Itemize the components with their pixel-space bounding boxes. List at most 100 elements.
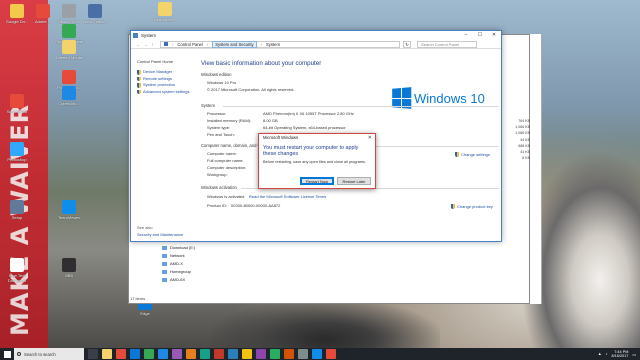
taskbar-app-icon[interactable]: [326, 349, 336, 359]
breadcrumb-system-security[interactable]: System and Security: [212, 40, 257, 48]
nav-item-amd-x[interactable]: AMD-X: [160, 260, 208, 268]
desktop-icon[interactable]: TeamViewer: [54, 200, 84, 225]
edition-value: Windows 10 Pro: [207, 80, 237, 85]
nav-item-amd-6x[interactable]: AMD-6X: [160, 276, 208, 284]
maximize-button[interactable]: ☐: [473, 31, 487, 40]
taskbar-app-icon[interactable]: [186, 349, 196, 359]
desktop-icon-label: OBS: [64, 273, 74, 278]
sidebar-item-advanced-settings[interactable]: Advanced system settings: [137, 89, 197, 96]
breadcrumb-control-panel[interactable]: Control Panel: [177, 42, 202, 47]
taskbar-app-icon[interactable]: [102, 349, 112, 359]
clock[interactable]: 7:44 PM 8/16/2017: [612, 350, 629, 359]
nav-item-drive-e[interactable]: Download (E:): [160, 244, 208, 252]
refresh-icon[interactable]: ↻: [403, 40, 411, 48]
desktop-icon[interactable]: CyberLink...: [54, 86, 84, 111]
desktop-icon-label: Screenshot: [6, 109, 28, 114]
dialog-title-bar[interactable]: Microsoft Windows ✕: [259, 134, 375, 142]
nav-item-homegroup[interactable]: Homegroup: [160, 268, 208, 276]
taskbar-app-icon[interactable]: [284, 349, 294, 359]
desktop-icon[interactable]: Nero Video...: [80, 4, 110, 29]
change-product-key-link[interactable]: Change product key: [451, 204, 493, 209]
desktop-icon[interactable]: Setup: [2, 200, 32, 225]
taskbar-app-icon[interactable]: [228, 349, 238, 359]
row-key: Workgroup:: [207, 172, 228, 177]
network-icon[interactable]: ▲: [598, 352, 602, 356]
product-id: 00330-80000-00000-AA872: [231, 203, 281, 208]
back-arrow-icon[interactable]: ←: [135, 42, 142, 47]
shield-icon: [451, 204, 455, 209]
start-button[interactable]: [0, 348, 14, 360]
title-bar[interactable]: System – ☐ ✕: [131, 31, 501, 40]
taskbar-app-icon[interactable]: [172, 349, 182, 359]
breadcrumb-system[interactable]: System: [266, 42, 280, 47]
shield-icon: [137, 83, 141, 88]
search-input[interactable]: Search Control Panel: [417, 40, 477, 48]
taskbar-app-icon[interactable]: [200, 349, 210, 359]
taskbar-app-icon[interactable]: [298, 349, 308, 359]
desktop-icon-label: Setup: [11, 215, 23, 220]
shield-icon: [137, 70, 141, 75]
explorer-scroll-area: [530, 34, 542, 304]
volume-icon[interactable]: ♪: [606, 352, 608, 356]
desktop-icon-label: New folder...: [153, 17, 177, 22]
clock-date: 8/16/2017: [611, 354, 629, 358]
sidebar-home-link[interactable]: Control Panel Home: [137, 59, 197, 64]
see-also-label: See also: [137, 225, 153, 230]
nav-item-network[interactable]: Network: [160, 252, 208, 260]
sidebar-item-label: Advanced system settings: [143, 88, 190, 94]
desktop-icon[interactable]: Screenshot: [2, 94, 32, 119]
address-bar[interactable]: › Control Panel › System and Security › …: [160, 40, 400, 48]
minimize-button[interactable]: –: [459, 31, 473, 40]
restart-later-button[interactable]: Restart Later: [337, 177, 371, 185]
activation-title: Windows activation: [201, 185, 237, 190]
shield-icon: [137, 89, 141, 94]
desktop-icon[interactable]: Photoshop: [2, 142, 32, 167]
windows-edition-title: Windows edition: [201, 72, 232, 77]
taskbar-apps: [84, 349, 336, 359]
taskbar-app-icon[interactable]: [158, 349, 168, 359]
page-title: View basic information about your comput…: [201, 60, 322, 67]
app-icon: [62, 86, 76, 100]
change-settings-link[interactable]: Change settings: [455, 152, 490, 157]
left-banner: MAKE A WAIVER: [0, 0, 48, 348]
taskbar-app-icon[interactable]: [242, 349, 252, 359]
restart-dialog: Microsoft Windows ✕ You must restart you…: [258, 133, 376, 189]
dialog-message: You must restart your computer to apply …: [263, 145, 359, 158]
dialog-subtext: Before restarting, save any open files a…: [263, 160, 366, 165]
windows-logo: Windows 10: [391, 87, 485, 109]
app-icon: [10, 94, 24, 108]
taskbar-app-icon[interactable]: [144, 349, 154, 359]
desktop-icon-label: CyberLink...: [58, 101, 80, 106]
taskbar-app-icon[interactable]: [116, 349, 126, 359]
copyright-text: © 2017 Microsoft Corporation. All rights…: [207, 87, 295, 92]
taskbar-app-icon[interactable]: [88, 349, 98, 359]
chevron-right-icon: ›: [260, 41, 262, 47]
desktop-icon[interactable]: New folder...: [150, 2, 180, 27]
taskbar-search[interactable]: Search to search: [14, 348, 84, 360]
taskbar-app-icon[interactable]: [130, 349, 140, 359]
search-icon: [17, 352, 21, 356]
close-button[interactable]: ✕: [487, 31, 501, 40]
taskbar-app-icon[interactable]: [214, 349, 224, 359]
desktop-icon[interactable]: OBS: [54, 258, 84, 283]
notifications-icon[interactable]: ▭: [632, 352, 636, 357]
taskbar-app-icon[interactable]: [312, 349, 322, 359]
app-icon: [10, 258, 24, 272]
desktop-icon[interactable]: Deleted Media: [54, 40, 84, 65]
app-icon: [10, 142, 24, 156]
taskbar-app-icon[interactable]: [270, 349, 280, 359]
close-icon[interactable]: ✕: [368, 134, 372, 142]
license-terms-link[interactable]: Read the Microsoft Software License Term…: [249, 194, 326, 199]
security-maintenance-link[interactable]: Security and Maintenance: [137, 232, 183, 237]
taskbar-app-icon[interactable]: [256, 349, 266, 359]
taskbar-search-text: Search to search: [24, 351, 56, 357]
desktop-icon-label: TeamViewer: [58, 215, 80, 220]
app-icon: [10, 200, 24, 214]
desktop-icon[interactable]: New Text Document: [2, 258, 32, 283]
desktop-icon-label: Photoshop: [7, 157, 27, 162]
up-arrow-icon[interactable]: ↑: [149, 42, 156, 47]
row-value: AMD Phenom(tm) II X6 1055T Processor 2.8…: [263, 111, 354, 116]
desktop-icon-label: Edge: [140, 311, 150, 316]
restart-now-button[interactable]: Restart Now: [300, 177, 334, 185]
forward-arrow-icon[interactable]: →: [142, 42, 149, 47]
